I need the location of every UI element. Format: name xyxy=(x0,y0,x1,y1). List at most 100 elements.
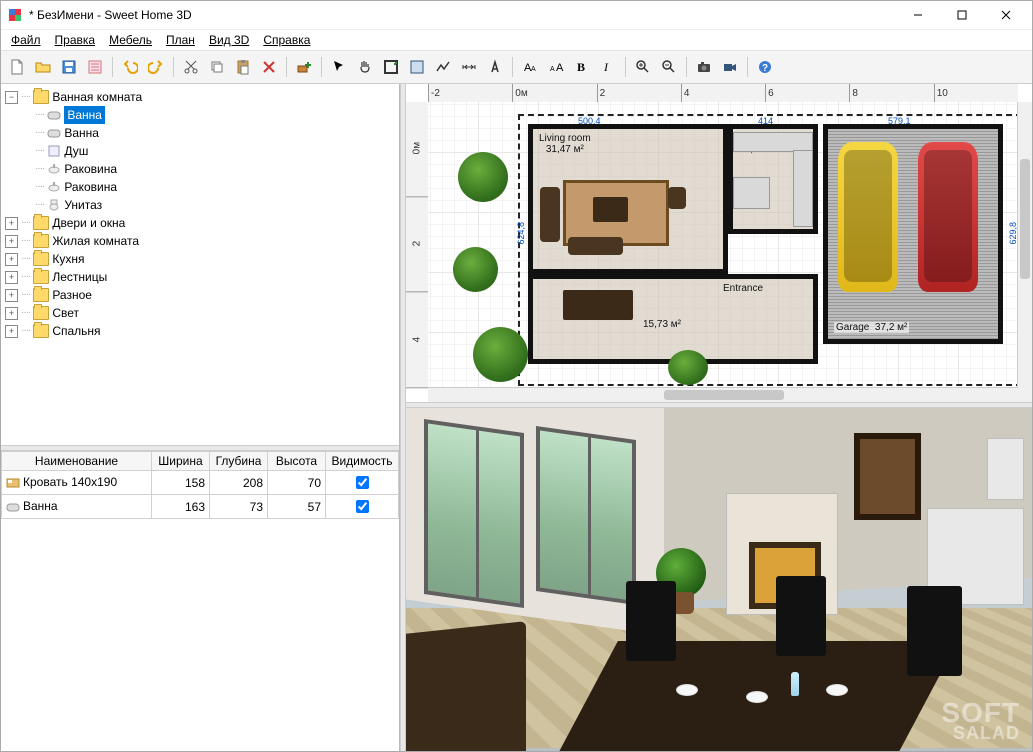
maximize-button[interactable] xyxy=(940,1,984,29)
plan-scrollbar-vertical[interactable] xyxy=(1017,102,1032,388)
expand-icon[interactable]: + xyxy=(5,325,18,338)
col-name[interactable]: Наименование xyxy=(2,452,152,471)
svg-text:A: A xyxy=(531,66,536,73)
menu-edit[interactable]: Правка xyxy=(49,31,102,49)
create-rooms-icon[interactable] xyxy=(405,55,429,79)
shrub[interactable] xyxy=(458,152,508,202)
paste-icon[interactable] xyxy=(231,55,255,79)
car-yellow[interactable] xyxy=(838,142,898,292)
car-red[interactable] xyxy=(918,142,978,292)
folder-icon xyxy=(33,324,49,338)
copy-icon[interactable] xyxy=(205,55,229,79)
video-icon[interactable] xyxy=(718,55,742,79)
view-3d-pane[interactable]: SOFTSALAD xyxy=(406,408,1032,751)
expand-icon[interactable]: + xyxy=(5,217,18,230)
italic-icon[interactable]: I xyxy=(596,55,620,79)
menu-help[interactable]: Справка xyxy=(257,31,316,49)
menu-plan[interactable]: План xyxy=(160,31,201,49)
open-icon[interactable] xyxy=(31,55,55,79)
folder-icon xyxy=(33,234,49,248)
create-text-icon[interactable] xyxy=(483,55,507,79)
tree-item[interactable]: ····Душ xyxy=(21,142,397,160)
create-dimensions-icon[interactable] xyxy=(457,55,481,79)
pan-icon[interactable] xyxy=(353,55,377,79)
expand-icon[interactable]: + xyxy=(5,271,18,284)
new-file-icon[interactable] xyxy=(5,55,29,79)
tree-category[interactable]: +····Двери и окна xyxy=(5,214,397,232)
create-walls-icon[interactable] xyxy=(379,55,403,79)
kitchen-island[interactable] xyxy=(733,177,770,209)
preferences-icon[interactable] xyxy=(83,55,107,79)
tree-item[interactable]: ····Раковина xyxy=(21,178,397,196)
cut-icon[interactable] xyxy=(179,55,203,79)
table-row[interactable]: Ванна 163 73 57 xyxy=(2,495,399,519)
col-width[interactable]: Ширина xyxy=(152,452,210,471)
scrollbar-thumb[interactable] xyxy=(664,390,784,400)
bottle-3d xyxy=(791,672,799,696)
add-furniture-icon[interactable] xyxy=(292,55,316,79)
tree-category[interactable]: +····Свет xyxy=(5,304,397,322)
scrollbar-corner xyxy=(1018,388,1032,402)
dining-table[interactable] xyxy=(563,290,633,320)
close-button[interactable] xyxy=(984,1,1028,29)
tree-category[interactable]: +····Разное xyxy=(5,286,397,304)
coffee-table[interactable] xyxy=(593,197,628,222)
increase-text-icon[interactable]: AA xyxy=(518,55,542,79)
plan-canvas[interactable]: 500,4 414 579,1 624,8 629,8 Living room3… xyxy=(428,102,1018,388)
col-depth[interactable]: Глубина xyxy=(210,452,268,471)
catalog-tree-pane[interactable]: − ···· Ванная комната ····Ванна ····Ванн… xyxy=(1,84,399,445)
tree-category[interactable]: +····Жилая комната xyxy=(5,232,397,250)
tree-item[interactable]: ····Ванна xyxy=(21,106,397,124)
plan-2d-pane[interactable]: -2 0м 2 4 6 8 10 0м 2 4 xyxy=(406,84,1032,402)
separator xyxy=(747,57,748,77)
camera-icon[interactable] xyxy=(692,55,716,79)
expand-icon[interactable]: + xyxy=(5,289,18,302)
sofa-long[interactable] xyxy=(568,237,623,255)
plan-scrollbar-horizontal[interactable] xyxy=(428,387,1018,402)
sofa[interactable] xyxy=(540,187,560,242)
collapse-icon[interactable]: − xyxy=(5,91,18,104)
visible-checkbox[interactable] xyxy=(356,500,369,513)
col-height[interactable]: Высота xyxy=(268,452,326,471)
delete-icon[interactable] xyxy=(257,55,281,79)
tree-item[interactable]: ····Унитаз xyxy=(21,196,397,214)
armchair[interactable] xyxy=(668,187,686,209)
kitchen-counter[interactable] xyxy=(733,132,813,152)
bathtub-item-icon xyxy=(47,108,61,122)
zoom-out-icon[interactable] xyxy=(657,55,681,79)
tree-category[interactable]: +····Кухня xyxy=(5,250,397,268)
zoom-in-icon[interactable] xyxy=(631,55,655,79)
decrease-text-icon[interactable]: AA xyxy=(544,55,568,79)
cell-depth: 73 xyxy=(210,495,268,519)
scrollbar-thumb[interactable] xyxy=(1020,159,1030,279)
menu-furniture[interactable]: Мебель xyxy=(103,31,158,49)
tree-label: Свет xyxy=(52,304,79,322)
menu-file[interactable]: Файл xyxy=(5,31,47,49)
undo-icon[interactable] xyxy=(118,55,142,79)
save-icon[interactable] xyxy=(57,55,81,79)
kitchen-counter[interactable] xyxy=(793,150,813,227)
bold-icon[interactable]: B xyxy=(570,55,594,79)
tree-item[interactable]: ····Раковина xyxy=(21,160,397,178)
tree-category-bathroom[interactable]: − ···· Ванная комната xyxy=(5,88,397,106)
help-icon[interactable]: ? xyxy=(753,55,777,79)
expand-icon[interactable]: + xyxy=(5,307,18,320)
tree-item[interactable]: ····Ванна xyxy=(21,124,397,142)
col-visible[interactable]: Видимость xyxy=(326,452,399,471)
create-polyline-icon[interactable] xyxy=(431,55,455,79)
visible-checkbox[interactable] xyxy=(356,476,369,489)
expand-icon[interactable]: + xyxy=(5,235,18,248)
shrub[interactable] xyxy=(473,327,528,382)
expand-icon[interactable]: + xyxy=(5,253,18,266)
tree-category[interactable]: +····Спальня xyxy=(5,322,397,340)
bathtub-item-icon xyxy=(6,500,20,514)
folder-icon xyxy=(33,216,49,230)
shrub[interactable] xyxy=(668,350,708,385)
menu-view3d[interactable]: Вид 3D xyxy=(203,31,255,49)
table-row[interactable]: Кровать 140x190 158 208 70 xyxy=(2,471,399,495)
tree-category[interactable]: +····Лестницы xyxy=(5,268,397,286)
select-icon[interactable] xyxy=(327,55,351,79)
shrub[interactable] xyxy=(453,247,498,292)
minimize-button[interactable] xyxy=(896,1,940,29)
redo-icon[interactable] xyxy=(144,55,168,79)
